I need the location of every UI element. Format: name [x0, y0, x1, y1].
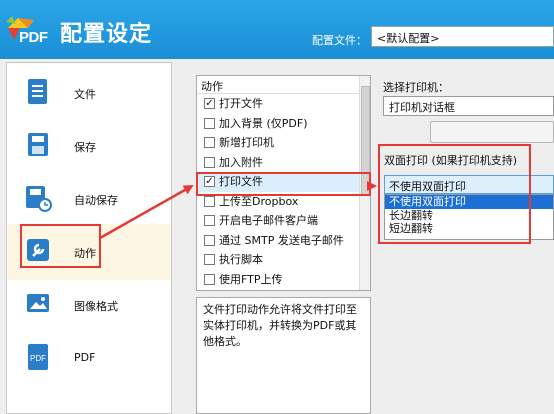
checkbox[interactable] [204, 117, 215, 129]
action-item-smtp[interactable]: 通过 SMTP 发送电子邮件 [197, 231, 370, 251]
action-item-ftp[interactable]: 使用FTP上传 [197, 270, 370, 290]
sidebar-item-label: 保存 [74, 141, 96, 154]
sidebar-item-label: 自动保存 [74, 194, 118, 207]
profile-label: 配置文件： [312, 34, 367, 47]
sidebar-item-autosave[interactable]: 自动保存 [8, 171, 171, 227]
duplex-highlight-box [378, 144, 531, 244]
checkbox[interactable] [204, 195, 215, 207]
actions-highlight-box [20, 224, 101, 268]
checkbox[interactable]: ✓ [204, 98, 215, 109]
print-file-highlight-box [196, 172, 371, 196]
sidebar-item-label: 文件 [74, 88, 96, 101]
checkbox[interactable] [204, 234, 215, 246]
profile-select[interactable]: <默认配置> [371, 26, 554, 47]
sidebar-item-pdf[interactable]: PDF PDF [8, 330, 171, 386]
app-header: PDF 配置设定 配置文件： <默认配置> [0, 0, 554, 59]
image-icon [24, 289, 52, 319]
sidebar-item-image-format[interactable]: 图像格式 [8, 277, 171, 333]
printer-settings-button[interactable] [430, 121, 554, 143]
printer-select[interactable]: 打印机对话框 [383, 96, 554, 116]
action-item-email-client[interactable]: 开启电子邮件客户端 [197, 211, 370, 231]
select-printer-label: 选择打印机： [383, 81, 449, 94]
save-icon [24, 130, 52, 160]
sidebar-item-file[interactable]: 文件 [8, 65, 171, 121]
sidebar-item-label: 图像格式 [74, 300, 118, 313]
action-item-add-background[interactable]: 加入背景 (仅PDF) [197, 114, 370, 134]
action-item-add-attachment[interactable]: 加入附件 [197, 153, 370, 173]
page-title: 配置设定 [60, 22, 153, 47]
action-description: 文件打印动作允许将文件打印至实体打印机，并转换为PDF或其他格式。 [196, 297, 371, 414]
action-item-open-file[interactable]: ✓ 打开文件 [197, 94, 370, 114]
checkbox[interactable] [204, 156, 215, 168]
checkbox[interactable] [204, 137, 215, 148]
svg-text:PDF: PDF [30, 354, 46, 363]
autosave-icon [24, 183, 52, 213]
action-item-run-script[interactable]: 执行脚本 [197, 250, 370, 270]
pdf-icon: PDF [24, 342, 52, 372]
file-icon [24, 77, 52, 107]
checkbox[interactable] [204, 254, 215, 265]
checkbox[interactable] [204, 273, 215, 285]
action-list-header: 动作 [197, 76, 370, 94]
sidebar-item-label: PDF [74, 351, 96, 364]
action-item-add-printer[interactable]: 新增打印机 [197, 133, 370, 153]
logo-text: PDF [19, 29, 48, 46]
app-logo: PDF [6, 14, 58, 48]
checkbox[interactable] [204, 215, 215, 226]
sidebar-item-save[interactable]: 保存 [8, 118, 171, 174]
